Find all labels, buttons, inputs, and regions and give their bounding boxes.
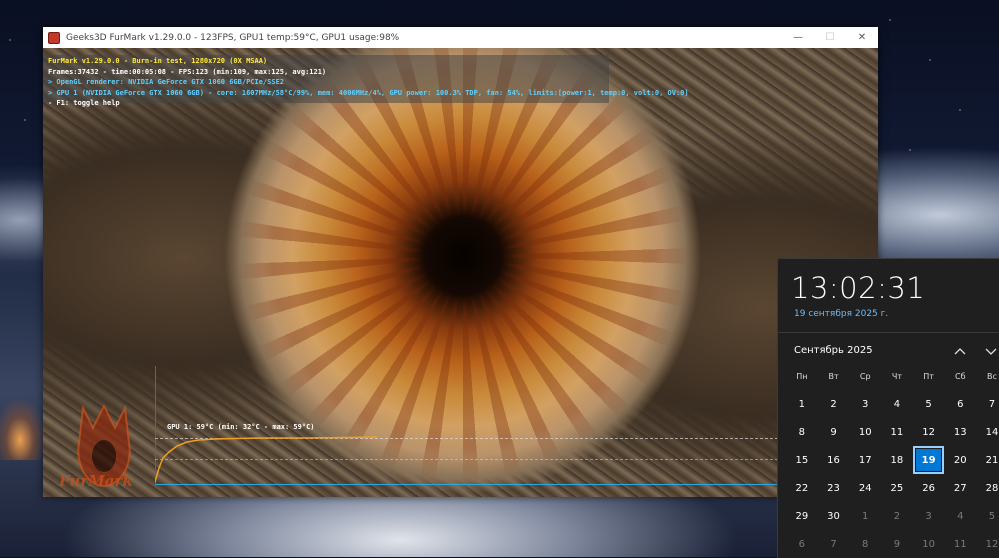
furmark-window[interactable]: Geeks3D FurMark v1.29.0.0 - 123FPS, GPU1… [43,27,878,497]
hud-info: FurMark v1.29.0.0 - Burn-in test, 1280x7… [48,56,689,109]
calendar-day[interactable]: 10 [849,418,881,446]
calendar-day[interactable]: 1 [849,502,881,530]
calendar-day[interactable]: 11 [944,530,976,558]
maximize-button[interactable]: ☐ [814,27,846,48]
calendar-week-row: 8 9 10 11 12 13 14 [786,418,999,446]
wallpaper-cabin-light [0,400,45,460]
calendar-week-row: 15 16 17 18 19 20 21 [786,446,999,474]
calendar-day[interactable]: 2 [881,502,913,530]
clock-time: 13:02:31 [791,271,926,305]
calendar-week-row: 29 30 1 2 3 4 5 [786,502,999,530]
calendar-day[interactable]: 29 [786,502,818,530]
hud-line-frames: Frames:37432 - time:00:05:08 - FPS:123 (… [48,67,327,76]
close-button[interactable]: ✕ [846,27,878,48]
hud-line-renderer: > OpenGL renderer: NVIDIA GeForce GTX 10… [48,78,285,86]
calendar-day[interactable]: 11 [881,418,913,446]
calendar-day[interactable]: 30 [818,502,850,530]
calendar-day[interactable]: 5 [976,502,999,530]
calendar-day[interactable]: 6 [786,530,818,558]
weekday-label: Вс [987,372,997,381]
weekday-label: Пт [923,372,934,381]
hud-line-title: FurMark v1.29.0.0 - Burn-in test, 1280x7… [48,57,268,65]
furmark-app-icon[interactable] [48,31,60,44]
calendar-day[interactable]: 1 [786,390,818,418]
calendar-day[interactable]: 23 [818,474,850,502]
flyout-divider [778,332,999,333]
calendar-day[interactable]: 8 [786,418,818,446]
calendar-day[interactable]: 27 [944,474,976,502]
calendar-day[interactable]: 12 [976,530,999,558]
calendar-day[interactable]: 21 [976,446,999,474]
weekday-label: Сб [955,372,966,381]
calendar-day[interactable]: 9 [818,418,850,446]
calendar-day[interactable]: 4 [881,390,913,418]
calendar-day[interactable]: 16 [818,446,850,474]
calendar-day[interactable]: 25 [881,474,913,502]
calendar-week-row: 1234567 [786,390,999,418]
calendar-week-row: 22 23 24 25 26 27 28 [786,474,999,502]
weekday-label: Вт [828,372,839,381]
calendar-day[interactable]: 26 [913,474,945,502]
calendar-day[interactable]: 22 [786,474,818,502]
render-viewport[interactable]: FurMark v1.29.0.0 - Burn-in test, 1280x7… [43,48,878,497]
clock-calendar-flyout: 13:02:31 19 сентября 2025 г. Сентябрь 20… [777,258,999,558]
hud-line-gpu: > GPU 1 (NVIDIA GeForce GTX 1060 6GB) - … [48,88,689,97]
calendar-day[interactable]: 10 [913,530,945,558]
window-title: Geeks3D FurMark v1.29.0.0 - 123FPS, GPU1… [66,32,400,43]
chevron-up-icon[interactable] [952,343,968,359]
weekday-label: Пн [796,372,808,381]
calendar-day[interactable]: 3 [849,390,881,418]
calendar-day[interactable]: 17 [849,446,881,474]
calendar-grid: 1 2 3 4 5 6 7 8 9 10 11 12 13 14 15 16 17 18 19 20 21 22 23 24 2… [786,390,999,558]
calendar-day[interactable]: 7 [818,530,850,558]
calendar-day[interactable]: 9 [881,530,913,558]
calendar-day[interactable]: 18 [881,446,913,474]
calendar-day[interactable]: 6 [944,390,976,418]
calendar-day[interactable]: 24 [849,474,881,502]
calendar-day[interactable]: 15 [786,446,818,474]
full-date-link[interactable]: 19 сентября 2025 г. [794,309,888,319]
calendar-month-button[interactable]: Сентябрь 2025 [794,345,873,356]
calendar-day[interactable]: 2 [818,390,850,418]
calendar-week-row: 6 7 8 9 10 11 12 [786,530,999,558]
calendar-day[interactable]: 3 [913,502,945,530]
calendar-day[interactable]: 13 [944,418,976,446]
calendar-day[interactable]: 4 [944,502,976,530]
gpu-temp-curve [155,436,378,483]
weekday-label: Ср [859,372,871,381]
furmark-logo-text: FurMark [59,472,133,490]
hud-line-help: - F1: toggle help [48,99,120,107]
calendar-day[interactable]: 28 [976,474,999,502]
calendar-day[interactable]: 5 [913,390,945,418]
calendar-day[interactable]: 12 [913,418,945,446]
calendar-day[interactable]: 8 [849,530,881,558]
weekday-label: Чт [891,372,902,381]
calendar-day-today[interactable]: 19 [912,446,945,474]
window-titlebar[interactable]: Geeks3D FurMark v1.29.0.0 - 123FPS, GPU1… [43,27,878,48]
calendar-weekdays: Пн Вт Ср Чт Пт Сб Вс [786,372,999,381]
calendar-day[interactable]: 7 [976,390,999,418]
chevron-down-icon[interactable] [983,343,999,359]
calendar-day[interactable]: 14 [976,418,999,446]
minimize-button[interactable]: — [782,27,814,48]
calendar-day[interactable]: 20 [944,446,976,474]
